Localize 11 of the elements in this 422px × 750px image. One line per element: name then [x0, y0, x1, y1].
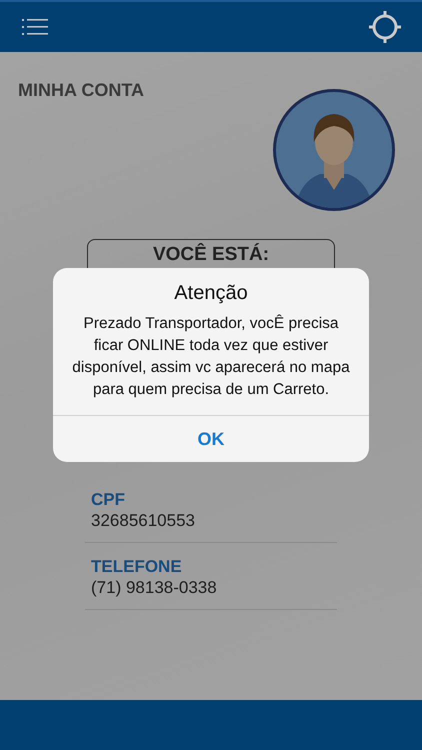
field-label: TELEFONE: [91, 557, 183, 577]
field-value: 32685610553: [91, 510, 196, 532]
crosshair-icon[interactable]: [368, 10, 402, 44]
dialog-message: Prezado Transportador, vocÊ precisa ficar ONLINE toda vez que estiver disponível, assim vc aparecerá no mapa para quem precisa de um Carreto.: [71, 314, 351, 400]
field-label: CPF: [91, 490, 126, 510]
menu-icon[interactable]: [22, 18, 48, 36]
status-label: VOCÊ ESTÁ:: [152, 245, 270, 265]
page-title: MINHA CONTA: [18, 80, 144, 101]
ok-button[interactable]: OK: [53, 416, 369, 462]
dialog-title: Atenção: [174, 281, 248, 305]
field-value: (71) 98138-0338: [91, 577, 218, 599]
